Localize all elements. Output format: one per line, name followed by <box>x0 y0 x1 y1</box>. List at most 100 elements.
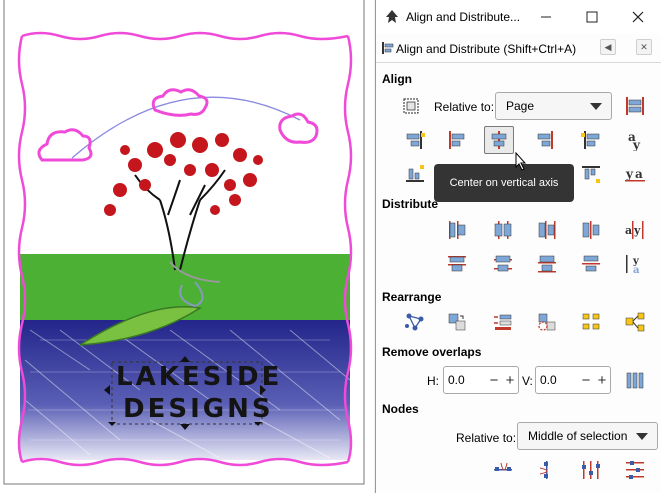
align-distribute-dialog: Align and Distribute... Align and Distri… <box>375 0 661 493</box>
distribute-right-icon <box>538 221 556 239</box>
svg-text:y: y <box>625 167 634 181</box>
minus-icon[interactable]: − <box>578 372 594 389</box>
connector-arrange-icon <box>625 312 645 332</box>
treat-as-group-toggle[interactable] <box>396 92 426 120</box>
maximize-icon <box>586 11 598 23</box>
exchange-clockwise-icon <box>538 313 556 331</box>
relative-to-dropdown[interactable]: Page <box>495 92 612 120</box>
v-gap-value: 0.0 <box>540 373 557 387</box>
h-gap-value: 0.0 <box>448 373 465 387</box>
close-button[interactable] <box>615 0 661 34</box>
text-baseline-icon: ay <box>628 130 641 151</box>
v-gap-spinbutton[interactable]: 0.0 − + <box>535 366 611 394</box>
relative-to-value: Page <box>506 99 535 113</box>
v-gap-label: V: <box>522 374 533 388</box>
section-distribute: Distribute <box>382 197 439 211</box>
align-right-edges-button[interactable] <box>530 126 560 154</box>
dialog-header: Align and Distribute (Shift+Ctrl+A) ◀ ✕ <box>376 34 661 63</box>
distribute-nodes-v-icon <box>626 461 644 479</box>
exchange-positions-button[interactable] <box>442 308 472 336</box>
chevron-down-icon <box>590 103 602 110</box>
align-nodes-v-icon <box>539 461 548 479</box>
remove-overlaps-icon <box>626 372 644 389</box>
dialog-header-label: Align and Distribute (Shift+Ctrl+A) <box>396 42 577 56</box>
align-bottom-to-top-icon <box>406 165 424 182</box>
svg-text:a: a <box>625 224 632 237</box>
distribute-top-edges-button[interactable] <box>442 250 472 278</box>
align-left-edge-to-right-button[interactable] <box>576 126 606 154</box>
align-nodes-horizontal-button[interactable] <box>488 456 518 484</box>
distribute-left-edges-button[interactable] <box>442 216 472 244</box>
h-gap-spinbutton[interactable]: 0.0 − + <box>443 366 519 394</box>
distribute-top-icon <box>448 256 466 272</box>
align-nodes-vertical-button[interactable] <box>532 456 562 484</box>
distribute-hgaps-icon <box>582 221 600 239</box>
window-title: Align and Distribute... <box>406 10 521 24</box>
align-bottom-to-top-button[interactable] <box>400 160 430 188</box>
align-top-to-bottom-button[interactable] <box>576 160 606 188</box>
svg-text:a: a <box>635 167 643 181</box>
rearrange-graph-button[interactable] <box>400 308 430 336</box>
align-nodes-h-icon <box>494 462 512 471</box>
tooltip: Center on vertical axis <box>434 164 574 202</box>
h-gap-label: H: <box>427 374 439 388</box>
distribute-centers-vertical-button[interactable] <box>488 250 518 278</box>
align-baselines-button[interactable]: ya <box>620 160 650 188</box>
section-rearrange: Rearrange <box>382 290 442 304</box>
exchange-selection-order-button[interactable] <box>488 308 518 336</box>
center-vertical-axis-button[interactable] <box>484 126 514 154</box>
unclump-button[interactable] <box>576 308 606 336</box>
close-panel-button[interactable]: ✕ <box>636 39 652 55</box>
svg-text:y: y <box>632 138 641 151</box>
dock-button[interactable]: ◀ <box>600 39 616 55</box>
align-text-anchors-vertical-button[interactable]: ay <box>620 126 650 154</box>
arrange-on-path-button[interactable] <box>620 308 650 336</box>
distribute-nodes-horizontal-button[interactable] <box>576 456 606 484</box>
section-align: Align <box>382 72 412 86</box>
distribute-nodes-h-icon <box>582 461 600 479</box>
distribute-text-h-icon: ay <box>625 221 644 239</box>
minimize-icon <box>541 16 551 18</box>
center-vertical-axis-icon <box>491 131 507 149</box>
align-right-to-left-icon <box>406 131 425 149</box>
maximize-button[interactable] <box>569 0 615 34</box>
plus-icon[interactable]: + <box>502 372 518 389</box>
window-titlebar[interactable]: Align and Distribute... <box>376 0 661 34</box>
nodes-relative-to-dropdown[interactable]: Middle of selection <box>517 422 658 450</box>
distribute-text-anchors-horizontal-button[interactable]: ay <box>620 216 650 244</box>
unclump-icon <box>582 313 600 330</box>
svg-text:a: a <box>633 265 640 275</box>
align-right-icon <box>537 131 553 149</box>
minus-icon[interactable]: − <box>486 372 502 389</box>
drawing-canvas[interactable]: LAKESIDE DESIGNS <box>0 0 374 493</box>
text-baselines-icon: ya <box>625 167 645 182</box>
align-left-edges-button[interactable] <box>442 126 472 154</box>
align-distribute-icon <box>382 42 394 54</box>
distribute-text-anchors-vertical-button[interactable]: ya <box>620 250 650 278</box>
distribute-bottom-icon <box>538 255 556 273</box>
distribute-nodes-vertical-button[interactable] <box>620 456 650 484</box>
align-right-edge-to-left-button[interactable] <box>400 126 430 154</box>
graph-layout-icon <box>405 313 424 331</box>
distribute-gaps-vertical-button[interactable] <box>576 250 606 278</box>
distribute-hcenter-icon <box>494 221 512 239</box>
distribute-right-edges-button[interactable] <box>532 216 562 244</box>
align-left-icon <box>449 131 465 149</box>
exchange-clockwise-button[interactable] <box>532 308 562 336</box>
distribute-left-icon <box>449 221 466 239</box>
distribute-gaps-horizontal-button[interactable] <box>576 216 606 244</box>
section-remove-overlaps: Remove overlaps <box>382 345 482 359</box>
minimize-button[interactable] <box>523 0 569 34</box>
plus-icon[interactable]: + <box>594 372 610 389</box>
distribute-vcenter-icon <box>494 255 512 272</box>
distribute-bottom-edges-button[interactable] <box>532 250 562 278</box>
distribute-centers-horizontal-button[interactable] <box>488 216 518 244</box>
exchange-positions-icon <box>448 313 466 331</box>
nodes-relative-to-value: Middle of selection <box>528 429 628 443</box>
move-selection-as-group-button[interactable] <box>620 92 650 120</box>
nodes-relative-to-label: Relative to: <box>456 431 517 445</box>
distribute-vgaps-icon <box>582 255 600 272</box>
dock-icon: ◀ <box>604 41 612 52</box>
mouse-cursor-icon <box>515 152 527 171</box>
remove-overlaps-button[interactable] <box>620 366 650 394</box>
